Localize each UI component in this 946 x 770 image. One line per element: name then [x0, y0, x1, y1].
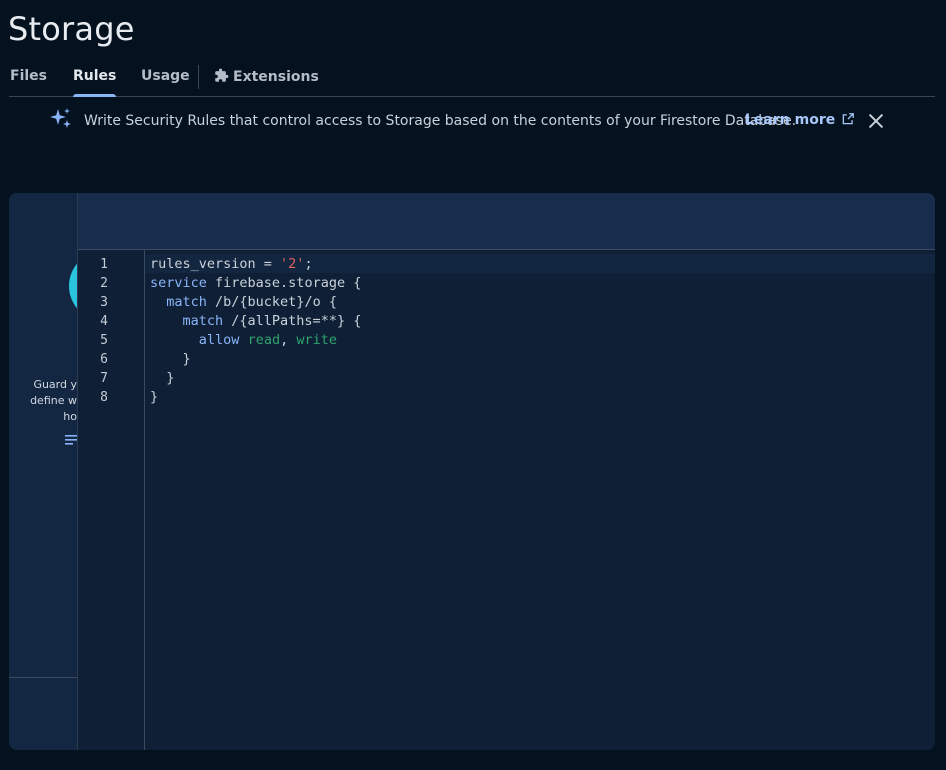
tab-extensions[interactable]: Extensions: [214, 68, 319, 96]
line-number: 6: [100, 352, 108, 367]
code-line: match /b/{bucket}/o {: [166, 294, 337, 310]
page-title: Storage: [8, 10, 135, 48]
rules-panel: Guard y define w ho 1 2 3 4 5 6 7 8 rule…: [9, 193, 935, 750]
line-number: 5: [100, 333, 108, 348]
tab-rules[interactable]: Rules: [73, 68, 117, 97]
tab-separator: [198, 65, 199, 89]
line-number: 4: [100, 314, 108, 329]
line-number: 3: [100, 295, 108, 310]
close-icon[interactable]: [866, 111, 886, 131]
side-info-panel: Guard y define w ho: [9, 193, 78, 750]
extensions-icon: [215, 68, 229, 82]
code-line: }: [150, 389, 159, 405]
code-editor[interactable]: 1 2 3 4 5 6 7 8 rules_version = '2'; serv…: [78, 250, 935, 750]
code-line: }: [150, 370, 175, 386]
illustration: [69, 251, 77, 321]
info-banner: Write Security Rules that control access…: [0, 97, 946, 145]
line-gutter: 1 2 3 4 5 6 7 8: [78, 250, 145, 750]
code-line: match /{allPaths=**} {: [182, 313, 362, 329]
line-number: 1: [100, 257, 108, 272]
line-number: 7: [100, 371, 108, 386]
tab-usage[interactable]: Usage: [141, 68, 190, 96]
side-description: Guard y define w ho: [30, 378, 77, 423]
learn-more-link[interactable]: Learn more: [745, 112, 855, 128]
learn-more-label: Learn more: [745, 112, 836, 128]
line-number: 8: [100, 390, 108, 405]
editor-toolbar: [78, 193, 935, 250]
tab-files[interactable]: Files: [10, 68, 47, 96]
code-line: }: [150, 351, 191, 367]
tab-bar: Files Rules Usage Extensions: [9, 60, 935, 97]
open-in-new-icon: [842, 113, 855, 125]
tab-extensions-label: Extensions: [233, 69, 319, 85]
sparkle-icon: [50, 108, 71, 128]
side-divider: [9, 677, 77, 678]
code-line: allow read, write: [198, 332, 337, 348]
code-line: service firebase.storage {: [150, 275, 362, 291]
banner-message: Write Security Rules that control access…: [84, 113, 797, 129]
docs-icon[interactable]: [65, 435, 77, 445]
code-line: rules_version = '2';: [150, 256, 313, 272]
line-number: 2: [100, 276, 108, 291]
